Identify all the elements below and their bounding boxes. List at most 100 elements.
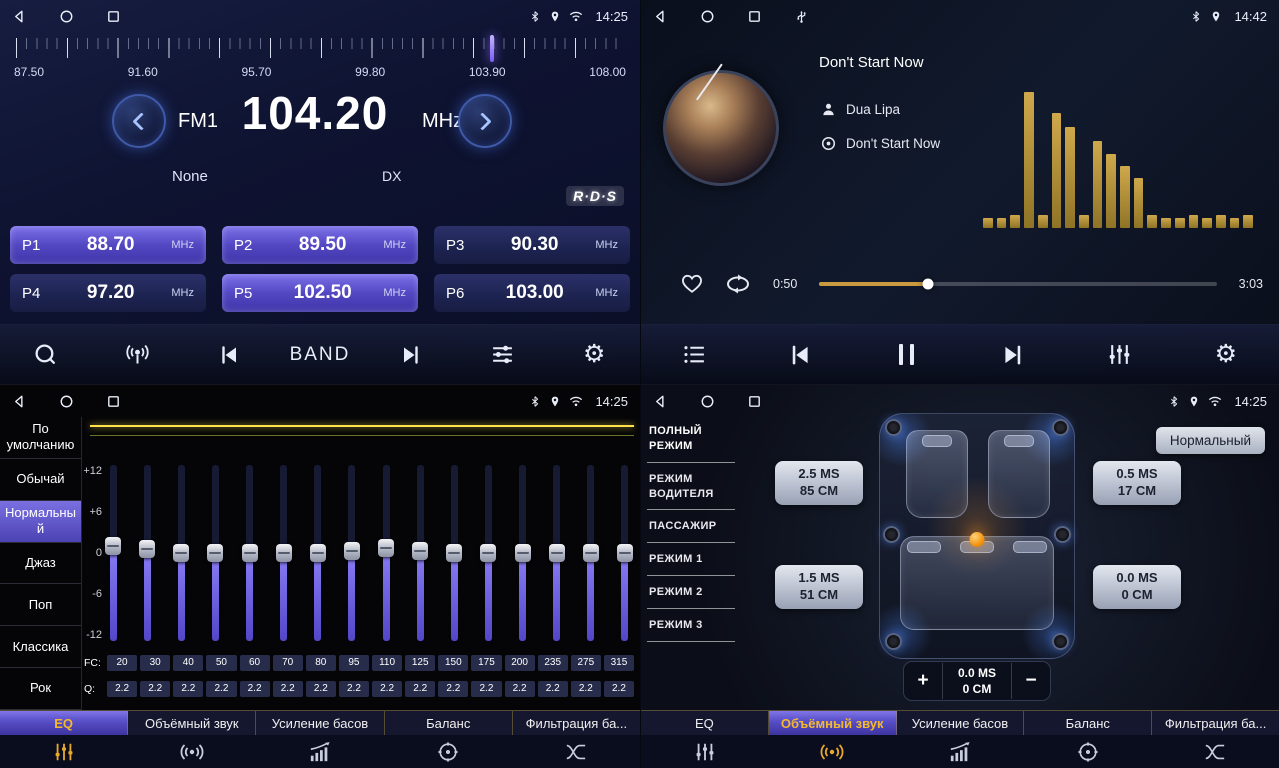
tab-bass-boost[interactable]: Усиление басов [256, 711, 384, 735]
balance-tab-icon[interactable] [384, 741, 512, 763]
filter-tab-icon[interactable] [1151, 741, 1279, 763]
eq-preset-normal[interactable]: Нормальный [0, 501, 81, 543]
eq-slider-knob[interactable] [173, 544, 189, 562]
recents-icon[interactable] [747, 9, 762, 24]
listener-position-dot[interactable] [970, 532, 985, 547]
eq-band-slider-80hz[interactable] [309, 465, 327, 641]
seek-next-button[interactable] [366, 343, 457, 367]
tab-surround-sound[interactable]: Объёмный звук [128, 711, 256, 735]
recents-icon[interactable] [747, 394, 762, 409]
surround-mode-full[interactable]: ПОЛНЫЙ РЕЖИМ [647, 415, 735, 463]
recents-icon[interactable] [106, 9, 121, 24]
eq-slider-knob[interactable] [617, 544, 633, 562]
preset-p1-button[interactable]: P188.70MHz [10, 226, 206, 264]
back-icon[interactable] [653, 394, 668, 409]
tune-up-button[interactable] [458, 94, 512, 148]
sound-preset-button[interactable]: Нормальный [1156, 427, 1265, 454]
repeat-icon[interactable] [725, 274, 751, 294]
preset-p6-button[interactable]: P6103.00MHz [434, 274, 630, 312]
eq-band-slider-40hz[interactable] [172, 465, 190, 641]
balance-tab-icon[interactable] [1024, 741, 1152, 763]
surround-tab-icon[interactable] [128, 742, 256, 762]
frequency-scale[interactable]: 87.5091.6095.7099.80103.90108.00 [14, 38, 626, 84]
band-button[interactable]: BAND [274, 344, 365, 366]
preset-p4-button[interactable]: P497.20MHz [10, 274, 206, 312]
settings-gear-icon[interactable]: ⚙ [1173, 342, 1279, 367]
tab-balance[interactable]: Баланс [385, 711, 513, 735]
back-icon[interactable] [12, 9, 27, 24]
surround-mode-2[interactable]: РЕЖИМ 2 [647, 576, 735, 609]
recents-icon[interactable] [106, 394, 121, 409]
tab-eq[interactable]: EQ [641, 711, 769, 735]
back-icon[interactable] [12, 394, 27, 409]
frequency-pointer[interactable] [490, 35, 494, 62]
eq-preset-rock[interactable]: Рок [0, 668, 81, 710]
home-icon[interactable] [59, 394, 74, 409]
surround-mode-passenger[interactable]: ПАССАЖИР [647, 510, 735, 543]
eq-band-slider-60hz[interactable] [241, 465, 259, 641]
home-icon[interactable] [700, 9, 715, 24]
eq-band-slider-70hz[interactable] [275, 465, 293, 641]
eq-slider-knob[interactable] [446, 544, 462, 562]
bass-boost-tab-icon[interactable] [896, 741, 1024, 763]
increase-delay-button[interactable]: + [904, 670, 942, 692]
tab-bass-boost[interactable]: Усиление басов [897, 711, 1025, 735]
eq-slider-knob[interactable] [480, 544, 496, 562]
eq-slider-knob[interactable] [310, 544, 326, 562]
tune-down-button[interactable] [112, 94, 166, 148]
eq-slider-knob[interactable] [515, 544, 531, 562]
scan-button[interactable] [0, 342, 91, 367]
eq-slider-knob[interactable] [412, 542, 428, 560]
playlist-button[interactable] [641, 342, 747, 367]
bass-boost-tab-icon[interactable] [256, 741, 384, 763]
eq-band-slider-150hz[interactable] [445, 465, 463, 641]
previous-track-button[interactable] [747, 342, 853, 368]
favorite-icon[interactable] [681, 274, 703, 294]
preset-p5-button[interactable]: P5102.50MHz [222, 274, 418, 312]
tab-surround-sound[interactable]: Объёмный звук [769, 711, 897, 735]
eq-slider-knob[interactable] [242, 544, 258, 562]
pause-button[interactable] [854, 344, 960, 365]
broadcast-button[interactable] [91, 341, 182, 368]
back-icon[interactable] [653, 9, 668, 24]
home-icon[interactable] [700, 394, 715, 409]
eq-preset-default[interactable]: По умолчанию [0, 417, 81, 459]
eq-tab-icon[interactable] [0, 741, 128, 763]
eq-band-slider-235hz[interactable] [548, 465, 566, 641]
tab-filter[interactable]: Фильтрация ба... [1152, 711, 1279, 735]
eq-slider-knob[interactable] [583, 544, 599, 562]
seek-bar-knob[interactable] [922, 279, 933, 290]
eq-tab-icon[interactable] [641, 741, 769, 763]
eq-band-slider-275hz[interactable] [582, 465, 600, 641]
seek-previous-button[interactable] [183, 343, 274, 367]
eq-band-slider-125hz[interactable] [411, 465, 429, 641]
mixer-button[interactable] [1066, 342, 1172, 367]
eq-slider-knob[interactable] [276, 544, 292, 562]
home-icon[interactable] [59, 9, 74, 24]
eq-slider-knob[interactable] [207, 544, 223, 562]
eq-preset-pop[interactable]: Поп [0, 584, 81, 626]
settings-gear-icon[interactable]: ⚙ [549, 342, 640, 367]
eq-slider-knob[interactable] [344, 542, 360, 560]
eq-band-slider-175hz[interactable] [479, 465, 497, 641]
preset-p3-button[interactable]: P390.30MHz [434, 226, 630, 264]
eq-slider-knob[interactable] [105, 537, 121, 555]
seek-bar[interactable] [819, 282, 1216, 286]
eq-band-slider-30hz[interactable] [138, 465, 156, 641]
tab-eq[interactable]: EQ [0, 711, 128, 735]
eq-band-slider-50hz[interactable] [206, 465, 224, 641]
eq-slider-knob[interactable] [378, 539, 394, 557]
decrease-delay-button[interactable]: − [1012, 670, 1050, 692]
tab-balance[interactable]: Баланс [1024, 711, 1152, 735]
surround-mode-1[interactable]: РЕЖИМ 1 [647, 543, 735, 576]
eq-band-slider-95hz[interactable] [343, 465, 361, 641]
eq-slider-knob[interactable] [549, 544, 565, 562]
surround-mode-3[interactable]: РЕЖИМ 3 [647, 609, 735, 642]
eq-preset-classic[interactable]: Классика [0, 626, 81, 668]
eq-preset-custom[interactable]: Обычай [0, 459, 81, 501]
eq-slider-knob[interactable] [139, 540, 155, 558]
eq-preset-jazz[interactable]: Джаз [0, 543, 81, 585]
tab-filter[interactable]: Фильтрация ба... [513, 711, 640, 735]
eq-band-slider-315hz[interactable] [616, 465, 634, 641]
filter-tab-icon[interactable] [512, 741, 640, 763]
